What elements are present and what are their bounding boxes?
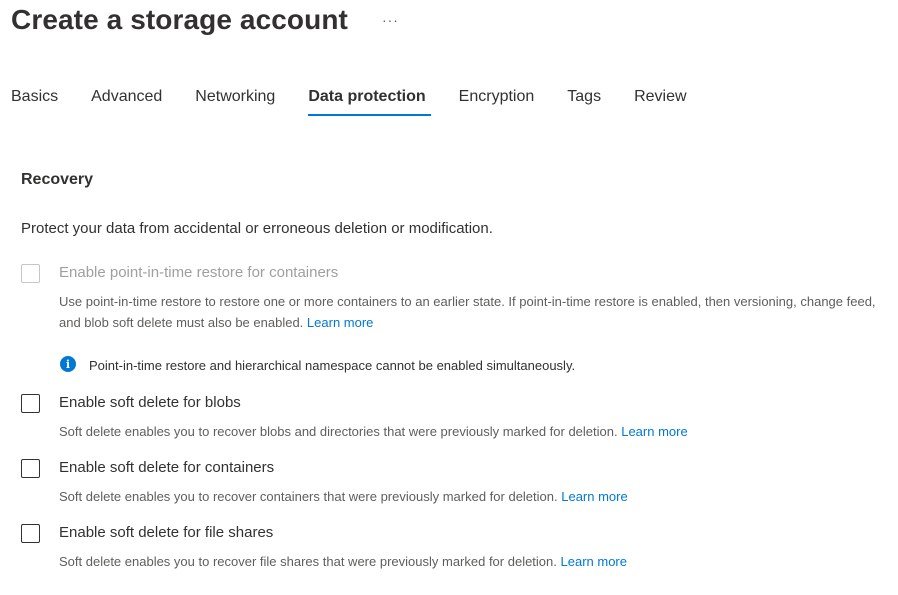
tab-networking[interactable]: Networking [195, 88, 275, 116]
soft-delete-file-shares-description-text: Soft delete enables you to recover file … [59, 554, 557, 569]
soft-delete-blobs-checkbox[interactable] [21, 394, 40, 413]
soft-delete-file-shares-description: Soft delete enables you to recover file … [59, 551, 898, 572]
soft-delete-containers-learn-more-link[interactable]: Learn more [561, 489, 627, 504]
soft-delete-file-shares-learn-more-link[interactable]: Learn more [561, 554, 627, 569]
tab-advanced[interactable]: Advanced [91, 88, 162, 116]
page-header: Create a storage account ··· [11, 4, 403, 36]
page-title: Create a storage account [11, 4, 348, 35]
point-in-time-restore-learn-more-link[interactable]: Learn more [307, 315, 373, 330]
tab-basics[interactable]: Basics [11, 88, 58, 116]
info-icon: i [60, 356, 76, 372]
soft-delete-blobs-label[interactable]: Enable soft delete for blobs [59, 394, 241, 411]
point-in-time-restore-checkbox [21, 264, 40, 283]
soft-delete-blobs-description-text: Soft delete enables you to recover blobs… [59, 424, 618, 439]
point-in-time-restore-description: Use point-in-time restore to restore one… [59, 291, 898, 333]
soft-delete-blobs-learn-more-link[interactable]: Learn more [621, 424, 687, 439]
soft-delete-containers-description: Soft delete enables you to recover conta… [59, 486, 898, 507]
soft-delete-containers-description-text: Soft delete enables you to recover conta… [59, 489, 558, 504]
more-options-icon[interactable]: ··· [378, 11, 403, 29]
soft-delete-file-shares-label[interactable]: Enable soft delete for file shares [59, 524, 273, 541]
tab-tags[interactable]: Tags [567, 88, 601, 116]
point-in-time-restore-description-text: Use point-in-time restore to restore one… [59, 294, 876, 330]
section-heading-recovery: Recovery [21, 171, 94, 188]
tab-review[interactable]: Review [634, 88, 686, 116]
soft-delete-containers-label[interactable]: Enable soft delete for containers [59, 459, 274, 476]
tab-data-protection[interactable]: Data protection [308, 88, 432, 116]
soft-delete-file-shares-checkbox[interactable] [21, 524, 40, 543]
tab-encryption[interactable]: Encryption [459, 88, 535, 116]
tab-bar: Basics Advanced Networking Data protecti… [11, 88, 720, 116]
info-message: i Point-in-time restore and hierarchical… [60, 355, 575, 373]
soft-delete-blobs-description: Soft delete enables you to recover blobs… [59, 421, 898, 442]
point-in-time-restore-label: Enable point-in-time restore for contain… [59, 264, 339, 281]
section-description: Protect your data from accidental or err… [21, 220, 493, 237]
info-message-text: Point-in-time restore and hierarchical n… [89, 358, 576, 373]
soft-delete-containers-checkbox[interactable] [21, 459, 40, 478]
